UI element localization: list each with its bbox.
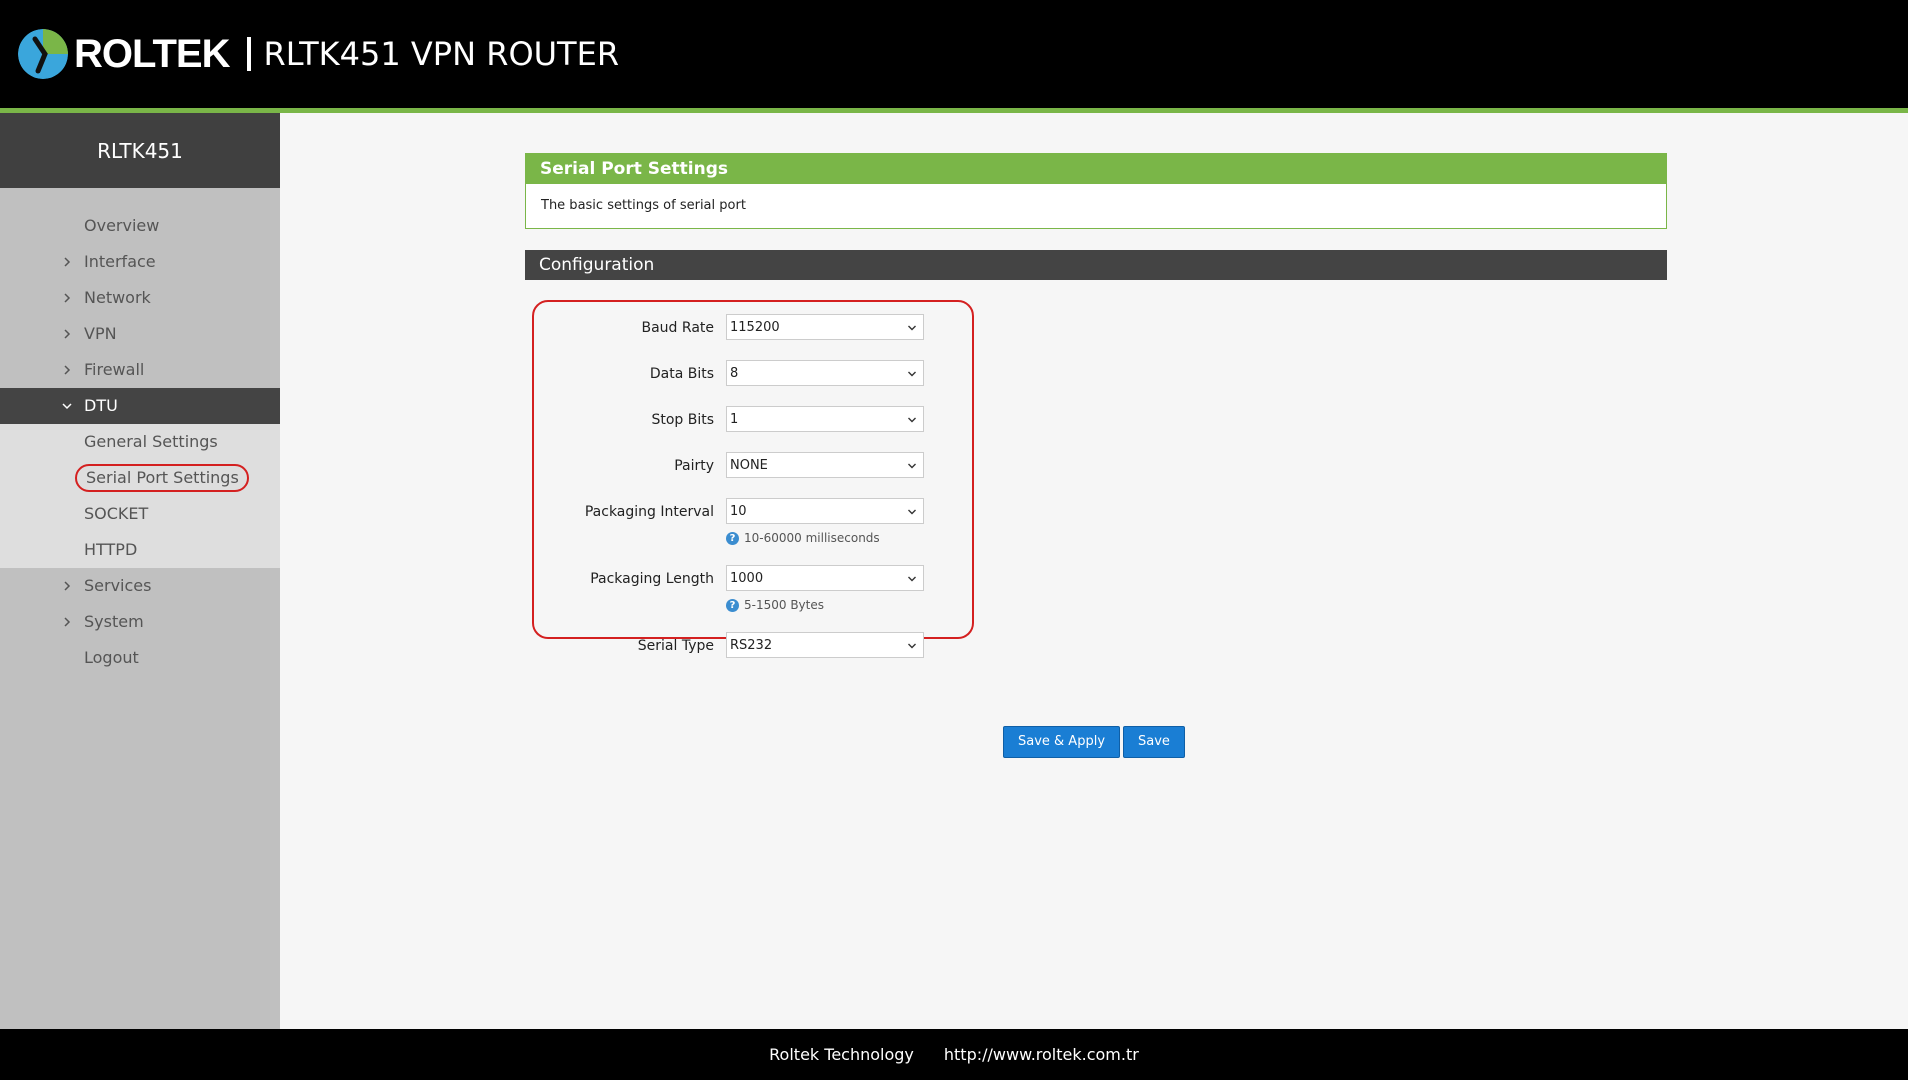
field-hint: ? 5-1500 Bytes [726, 597, 824, 613]
header: ROLTEK RLTK451 VPN ROUTER [0, 0, 1908, 113]
serial-config-form: Baud Rate 115200 Data Bits 8 Stop Bits 1 [532, 300, 974, 658]
field-serial-type: Serial Type RS232 [534, 632, 972, 660]
sidebar-item-interface[interactable]: Interface [0, 244, 280, 280]
field-label: Stop Bits [651, 412, 714, 428]
sidebar-item-label: Network [84, 288, 151, 307]
field-stop-bits: Stop Bits 1 [534, 406, 972, 434]
save-button[interactable]: Save [1123, 726, 1185, 758]
page: ROLTEK RLTK451 VPN ROUTER RLTK451 Overvi… [0, 0, 1920, 1080]
select-value: 1 [730, 412, 739, 427]
hint-text: 10-60000 milliseconds [744, 531, 880, 545]
field-label: Baud Rate [641, 320, 715, 336]
chevron-right-icon [60, 316, 74, 352]
logo: ROLTEK RLTK451 VPN ROUTER [18, 28, 619, 80]
chevron-down-icon [60, 388, 74, 424]
sidebar: RLTK451 Overview Interface Network VPN F… [0, 113, 280, 1029]
field-packaging-interval: Packaging Interval 10 ? 10-60000 millise… [534, 498, 972, 545]
field-label: Packaging Length [590, 571, 714, 587]
field-hint: ? 10-60000 milliseconds [726, 530, 880, 546]
sidebar-item-label: Overview [84, 216, 160, 235]
serial-type-select[interactable]: RS232 [726, 632, 924, 658]
parity-select[interactable]: NONE [726, 452, 924, 478]
section-title: Configuration [525, 250, 1667, 280]
field-label: Serial Type [637, 638, 714, 654]
sidebar-item-system[interactable]: System [0, 604, 280, 640]
select-value: 10 [730, 504, 747, 519]
footer: Roltek Technology http://www.roltek.com.… [0, 1029, 1908, 1080]
sidebar-item-label: System [84, 612, 144, 631]
field-label: Packaging Interval [584, 504, 714, 520]
sidebar-item-vpn[interactable]: VPN [0, 316, 280, 352]
info-icon: ? [726, 598, 739, 612]
chevron-right-icon [60, 352, 74, 388]
sidebar-item-label: Serial Port Settings [75, 464, 249, 492]
sidebar-item-label: DTU [84, 396, 118, 415]
field-packaging-length: Packaging Length 1000 ? 5-1500 Bytes [534, 565, 972, 612]
sidebar-subitem-general-settings[interactable]: General Settings [0, 424, 280, 460]
select-value: NONE [730, 458, 768, 473]
page-title: Serial Port Settings [526, 154, 1666, 184]
chevron-down-icon [905, 633, 919, 659]
chevron-right-icon [60, 280, 74, 316]
chevron-right-icon [60, 604, 74, 640]
form-actions: Save & Apply Save [1003, 726, 1185, 758]
packaging-interval-select[interactable]: 10 [726, 498, 924, 524]
data-bits-select[interactable]: 8 [726, 360, 924, 386]
sidebar-item-label: HTTPD [84, 540, 138, 559]
brand-name: ROLTEK [74, 31, 230, 76]
chevron-down-icon [905, 407, 919, 433]
chevron-down-icon [905, 499, 919, 525]
field-data-bits: Data Bits 8 [534, 360, 972, 388]
sidebar-item-overview[interactable]: Overview [0, 208, 280, 244]
sidebar-subitem-serial-port-settings[interactable]: Serial Port Settings [0, 460, 280, 496]
chevron-down-icon [905, 361, 919, 387]
field-label: Pairty [674, 458, 714, 474]
packaging-length-select[interactable]: 1000 [726, 565, 924, 591]
save-apply-button[interactable]: Save & Apply [1003, 726, 1121, 758]
stop-bits-select[interactable]: 1 [726, 406, 924, 432]
footer-company: Roltek Technology [769, 1045, 914, 1064]
chevron-down-icon [905, 566, 919, 592]
select-value: 8 [730, 366, 739, 381]
brand-divider [247, 37, 252, 71]
chevron-down-icon [905, 453, 919, 479]
sidebar-item-services[interactable]: Services [0, 568, 280, 604]
field-label: Data Bits [649, 366, 714, 382]
field-parity: Pairty NONE [534, 452, 972, 480]
sidebar-item-label: Interface [84, 252, 156, 271]
chevron-right-icon [60, 568, 74, 604]
footer-url-link[interactable]: http://www.roltek.com.tr [944, 1045, 1139, 1064]
panel-header: Serial Port Settings The basic settings … [525, 153, 1667, 229]
select-value: 115200 [730, 320, 780, 335]
sidebar-item-label: SOCKET [84, 504, 149, 523]
sidebar-item-firewall[interactable]: Firewall [0, 352, 280, 388]
dtu-submenu: General Settings Serial Port Settings SO… [0, 424, 280, 568]
field-baud-rate: Baud Rate 115200 [534, 314, 972, 342]
logo-icon [18, 29, 68, 79]
sidebar-item-label: VPN [84, 324, 117, 343]
page-edge [1908, 0, 1920, 1080]
baud-rate-select[interactable]: 115200 [726, 314, 924, 340]
sidebar-nav: Overview Interface Network VPN Firewall … [0, 188, 280, 676]
select-value: 1000 [730, 571, 764, 586]
chevron-right-icon [60, 244, 74, 280]
sidebar-subitem-socket[interactable]: SOCKET [0, 496, 280, 532]
sidebar-item-label: Firewall [84, 360, 145, 379]
page-description: The basic settings of serial port [541, 198, 746, 213]
sidebar-item-label: General Settings [84, 432, 218, 451]
sidebar-item-network[interactable]: Network [0, 280, 280, 316]
sidebar-item-label: Services [84, 576, 152, 595]
chevron-down-icon [905, 315, 919, 341]
main-content: Serial Port Settings The basic settings … [280, 113, 1908, 1029]
hint-text: 5-1500 Bytes [744, 598, 824, 612]
sidebar-subitem-httpd[interactable]: HTTPD [0, 532, 280, 568]
sidebar-item-label: Logout [84, 648, 139, 667]
sidebar-item-dtu[interactable]: DTU [0, 388, 280, 424]
info-icon: ? [726, 531, 739, 545]
sidebar-device-name: RLTK451 [0, 113, 280, 188]
sidebar-item-logout[interactable]: Logout [0, 640, 280, 676]
product-title: RLTK451 VPN ROUTER [263, 35, 620, 73]
select-value: RS232 [730, 638, 773, 653]
